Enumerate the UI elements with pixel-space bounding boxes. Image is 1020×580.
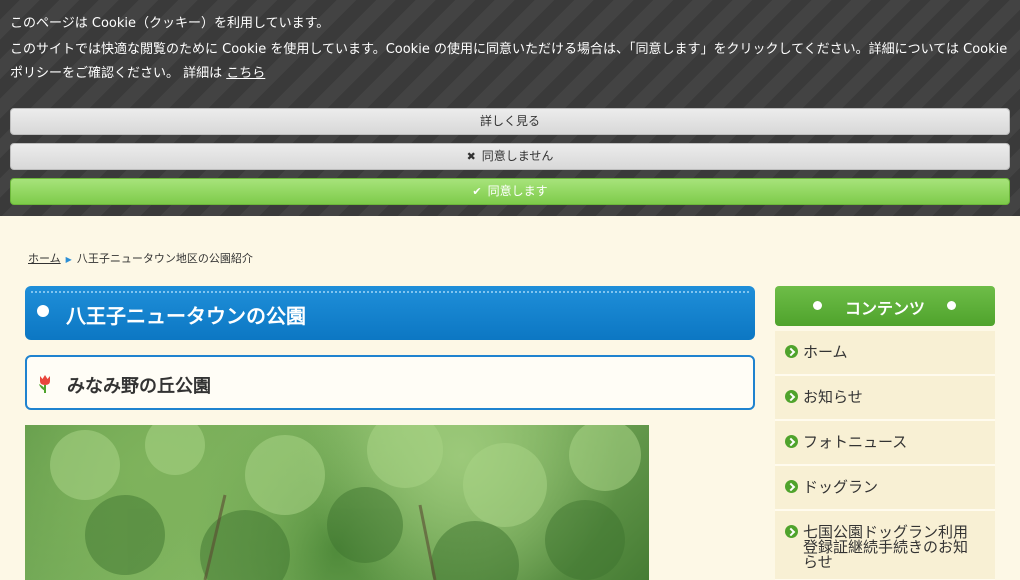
tree-foliage-image bbox=[50, 425, 641, 580]
decline-label: 同意しません bbox=[481, 149, 554, 163]
cookie-details-link[interactable]: こちら bbox=[226, 66, 265, 81]
chevron-right-icon bbox=[785, 480, 798, 493]
cookie-banner: このページは Cookie（クッキー）を利用しています。 このサイトでは快適な閲… bbox=[0, 0, 1020, 216]
tulip-icon bbox=[39, 375, 50, 393]
chevron-right-icon bbox=[785, 435, 798, 448]
sidebar-item-photo-news[interactable]: フォトニュース bbox=[775, 421, 995, 466]
sidebar-heading: コンテンツ bbox=[844, 299, 925, 318]
sidebar-item-label: ドッグラン bbox=[803, 478, 879, 496]
chevron-right-icon bbox=[785, 525, 798, 538]
cookie-title: このページは Cookie（クッキー）を利用しています。 bbox=[10, 16, 330, 31]
learn-more-button[interactable]: 詳しく見る bbox=[10, 108, 1010, 135]
chevron-right-icon bbox=[785, 390, 798, 403]
heading-bullet-icon bbox=[947, 301, 956, 310]
decline-button[interactable]: ✖ 同意しません bbox=[10, 143, 1010, 170]
sidebar-heading-bar: コンテンツ bbox=[775, 286, 995, 326]
sidebar-item-label: フォトニュース bbox=[803, 433, 908, 451]
check-icon: ✔ bbox=[472, 185, 482, 198]
sidebar-item-label: お知らせ bbox=[803, 388, 863, 406]
sidebar-item-dog-run-renewal[interactable]: 七国公園ドッグラン利用登録証継続手続きのお知らせ bbox=[775, 511, 995, 580]
close-icon: ✖ bbox=[466, 150, 476, 163]
learn-more-label: 詳しく見る bbox=[479, 114, 540, 128]
sidebar-item-label: 七国公園ドッグラン利用登録証継続手続きのお知らせ bbox=[803, 523, 969, 571]
cookie-description: このサイトでは快適な閲覧のために Cookie を使用しています。Cookie … bbox=[10, 38, 1010, 86]
triangle-right-icon: ▶ bbox=[65, 255, 72, 264]
title-bullet-icon bbox=[37, 305, 49, 317]
park-photo bbox=[25, 425, 649, 580]
breadcrumb-current: 八王子ニュータウン地区の公園紹介 bbox=[76, 252, 253, 265]
sidebar-item-dog-run[interactable]: ドッグラン bbox=[775, 466, 995, 511]
park-name: みなみ野の丘公園 bbox=[67, 376, 211, 397]
park-subtitle-box: みなみ野の丘公園 bbox=[25, 355, 755, 410]
cookie-text: このサイトでは快適な閲覧のために Cookie を使用しています。Cookie … bbox=[10, 42, 1008, 81]
chevron-right-icon bbox=[785, 345, 798, 358]
breadcrumb-home-link[interactable]: ホーム bbox=[28, 252, 61, 265]
sidebar-item-news[interactable]: お知らせ bbox=[775, 376, 995, 421]
page-title-bar: 八王子ニュータウンの公園 bbox=[25, 286, 755, 340]
sidebar-menu: ホーム お知らせ フォトニュース ドッグラン 七国公園ドッグラン利用登録証継続手… bbox=[775, 331, 995, 580]
page-title: 八王子ニュータウンの公園 bbox=[66, 304, 306, 328]
sidebar-item-label: ホーム bbox=[803, 343, 848, 361]
sidebar-item-home[interactable]: ホーム bbox=[775, 331, 995, 376]
accept-label: 同意します bbox=[487, 184, 548, 198]
title-dotted-line bbox=[31, 291, 749, 293]
accept-button[interactable]: ✔ 同意します bbox=[10, 178, 1010, 205]
breadcrumb: ホーム ▶ 八王子ニュータウン地区の公園紹介 bbox=[28, 250, 253, 266]
